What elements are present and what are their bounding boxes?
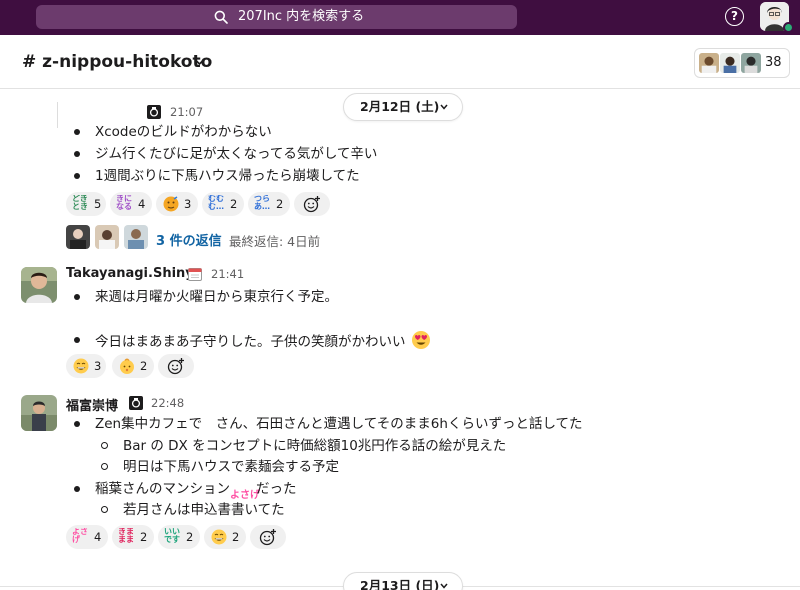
status-icon <box>129 396 143 410</box>
avatar[interactable] <box>21 395 57 431</box>
list-item: Xcodeのビルドがわからない <box>74 124 272 140</box>
list-item: 今日はまあまあ子守りした。子供の笑顔がかわいい <box>74 330 431 352</box>
list-item: ジム行くたびに足が太くなってる気がして辛い <box>73 146 378 162</box>
list-item: 1週間ぶりに下馬ハウス帰ったら崩壊してた <box>74 168 360 184</box>
replies-link[interactable]: 3 件の返信 <box>156 230 222 249</box>
online-status-icon <box>783 22 794 33</box>
member-avatar <box>719 52 741 74</box>
status-icon <box>147 105 161 119</box>
reaction-baby-face[interactable]: 2 <box>112 354 154 378</box>
search-icon <box>214 10 228 24</box>
hot-face-icon <box>163 196 179 212</box>
author-name[interactable]: 福富崇博 <box>66 395 118 414</box>
channel-header: # z-nippou-hitokoto 38 <box>0 35 800 89</box>
message-list[interactable]: 21:07 Xcodeのビルドがわからない ジム行くたびに足が太くなってる気がし… <box>0 90 800 590</box>
add-reaction-button[interactable] <box>294 192 330 216</box>
reply-avatar <box>95 225 119 249</box>
last-reply-time: 最終返信: 4日前 <box>229 234 321 249</box>
member-avatar <box>698 52 720 74</box>
grinning-face-icon <box>211 529 227 545</box>
list-item: Zen集中カフェで さん、石田さんと遭遇してそのまま6hくらいずっと話してた <box>74 416 583 432</box>
reaction-kimatte[interactable]: きま まま 2 <box>112 525 154 549</box>
add-emoji-icon <box>167 358 184 375</box>
kininaru-icon: きに なる <box>116 195 132 211</box>
help-icon[interactable]: ? <box>725 7 744 26</box>
date-divider-button[interactable]: 2月13日 (日) <box>343 572 463 590</box>
chevron-down-icon[interactable] <box>195 58 204 67</box>
add-reaction-button[interactable] <box>158 354 194 378</box>
reaction-grinning-face[interactable]: 3 <box>66 354 106 378</box>
top-bar: 207Inc 内を検索する ? <box>0 0 800 35</box>
member-count: 38 <box>765 55 782 70</box>
reply-avatar <box>124 225 148 249</box>
grinning-face-icon <box>73 358 89 374</box>
avatar[interactable] <box>21 267 57 303</box>
search-bar[interactable]: 207Inc 内を検索する <box>36 5 517 29</box>
reaction-grinning-face[interactable]: 2 <box>204 525 246 549</box>
members-button[interactable]: 38 <box>694 48 790 78</box>
heart-eyes-icon <box>411 331 430 349</box>
reaction-hot-face[interactable]: 3 <box>156 192 198 216</box>
list-item: 若月さんは申込書書いてた <box>101 502 285 518</box>
message-time[interactable]: 22:48 <box>151 396 184 410</box>
list-item: 明日は下馬ハウスで素麺会する予定 <box>101 459 339 475</box>
member-avatar <box>740 52 762 74</box>
baby-face-icon <box>120 358 134 374</box>
list-item: 来週は月曜か火曜日から東京行く予定。 <box>74 289 338 305</box>
reaction-muzumuzu[interactable]: むむ む… 2 <box>202 192 244 216</box>
thread-connector <box>57 102 58 128</box>
yosage-icon: よさ げ <box>72 528 88 544</box>
channel-title[interactable]: # z-nippou-hitokoto <box>22 52 212 72</box>
date-divider-button[interactable]: 2月12日 (土) <box>343 93 463 121</box>
message-time[interactable]: 21:07 <box>170 105 203 119</box>
reply-avatar <box>66 225 90 249</box>
message-time[interactable]: 21:41 <box>211 267 244 281</box>
date-label: 2月13日 (日) <box>360 578 440 590</box>
reaction-iine[interactable]: いい です 2 <box>158 525 200 549</box>
list-item: Bar の DX をコンセプトに時価総額10兆円作る話の絵が見えた <box>100 438 507 454</box>
chevron-down-icon <box>440 583 448 589</box>
muzumuzu-icon: むむ む… <box>208 195 224 211</box>
date-label: 2月12日 (土) <box>360 99 440 114</box>
add-emoji-icon <box>303 196 320 213</box>
search-placeholder: 207Inc 内を検索する <box>238 9 365 24</box>
reaction-dokidoki[interactable]: どき とき 5 <box>66 192 106 216</box>
tsurai-icon: つら あ… <box>254 195 270 211</box>
reaction-yosage[interactable]: よさ げ 4 <box>66 525 108 549</box>
dokidoki-icon: どき とき <box>72 195 88 211</box>
calendar-status-icon <box>188 268 202 281</box>
kimatte-icon: きま まま <box>118 528 134 544</box>
add-emoji-icon <box>259 529 276 546</box>
add-reaction-button[interactable] <box>250 525 286 549</box>
iine-icon: いい です <box>164 528 180 544</box>
chevron-down-icon <box>440 104 448 110</box>
author-name[interactable]: Takayanagi.Shinya <box>66 266 203 281</box>
reaction-kininaru[interactable]: きに なる 4 <box>110 192 152 216</box>
reaction-tsurai[interactable]: つら あ… 2 <box>248 192 290 216</box>
